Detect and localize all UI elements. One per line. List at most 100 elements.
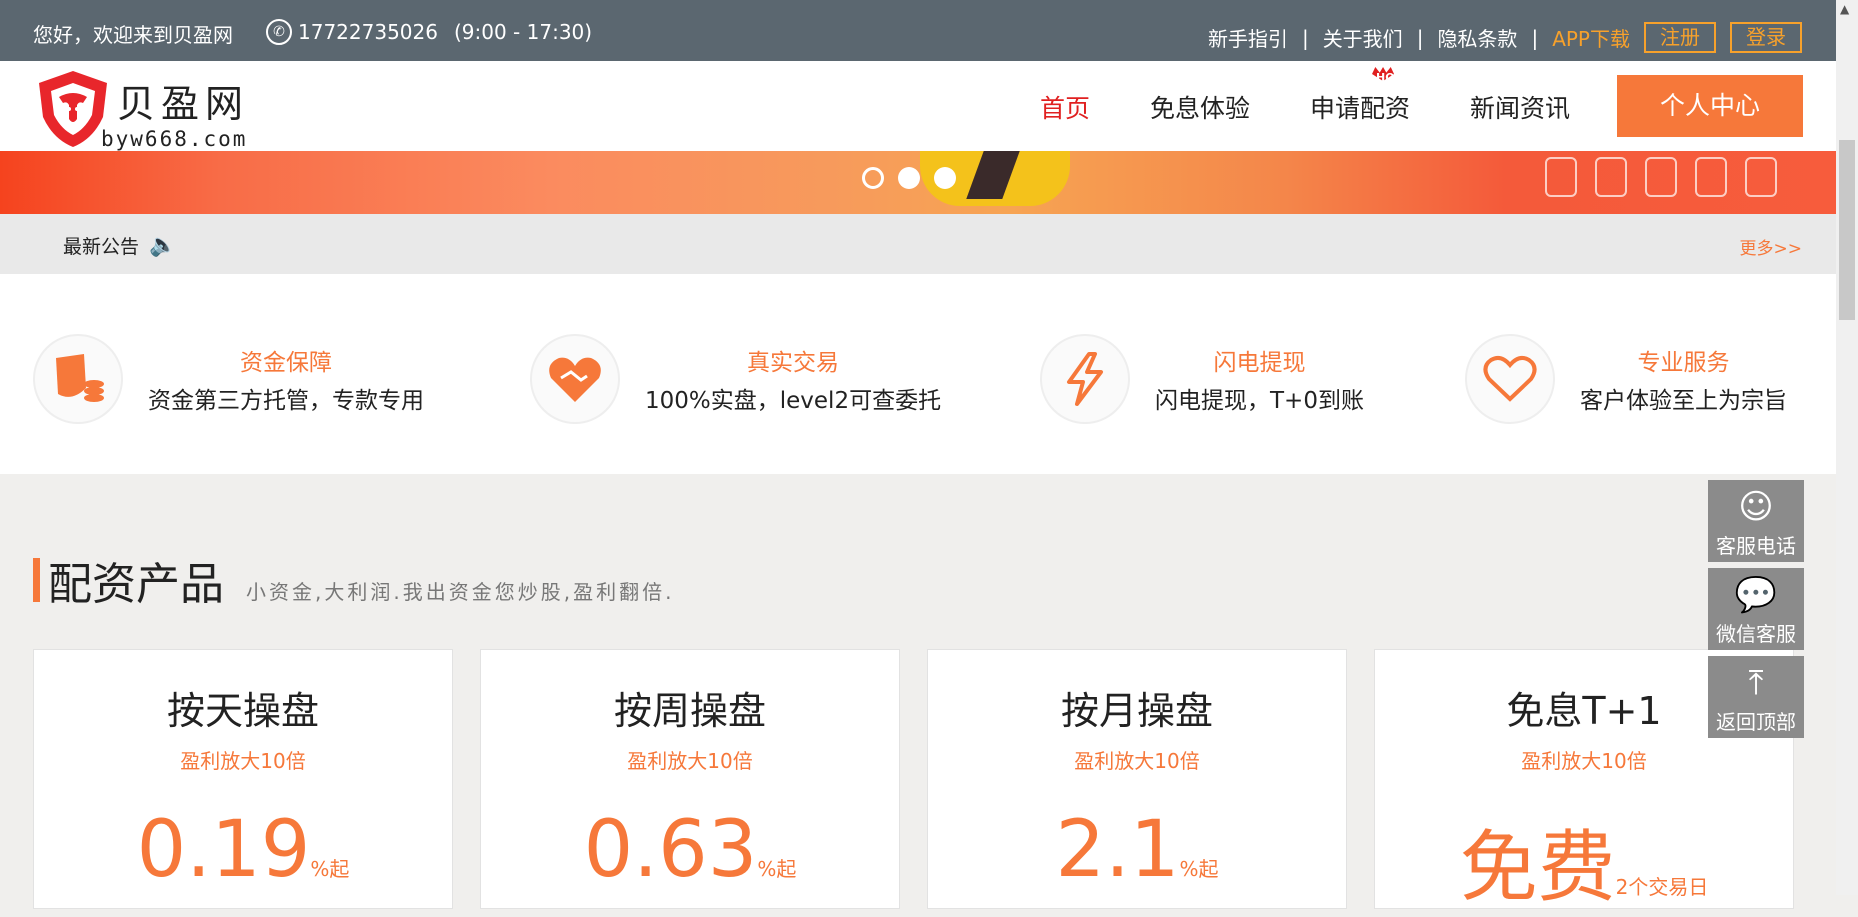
nav-apply-funding-label: 申请配资 xyxy=(1310,94,1411,123)
nav-news[interactable]: 新闻资讯 xyxy=(1470,89,1570,125)
price-unit: 2个交易日 xyxy=(1615,875,1709,899)
product-price: 免费2个交易日 xyxy=(1375,805,1793,917)
main-nav: 首页 免息体验 申请配资 HOT 新闻资讯 xyxy=(1040,67,1630,125)
product-price: 0.63%起 xyxy=(481,805,899,895)
product-tag: 盈利放大10倍 xyxy=(1521,749,1647,773)
divider: | xyxy=(1301,25,1309,50)
divider: | xyxy=(1416,25,1424,50)
sidebar-label: 客服电话 xyxy=(1716,534,1796,558)
banner-icons xyxy=(1545,157,1795,197)
announcement-label-text: 最新公告 xyxy=(63,236,140,258)
banner-icon xyxy=(1745,157,1777,197)
link-guide[interactable]: 新手指引 xyxy=(1208,23,1288,52)
headset-icon: ☺ xyxy=(1738,487,1774,527)
feature-desc: 闪电提现，T+0到账 xyxy=(1155,388,1364,414)
register-button[interactable]: 注册 xyxy=(1644,22,1716,53)
nav-home[interactable]: 首页 xyxy=(1040,89,1090,125)
shield-coins-icon xyxy=(33,334,123,424)
phone-info: ✆ 17722735026 (9:00 - 17:30) xyxy=(266,19,592,45)
price-unit: %起 xyxy=(310,857,350,881)
features-section: 资金保障 资金第三方托管，专款专用 真实交易 100%实盘，level2可查委托… xyxy=(0,274,1836,474)
login-button[interactable]: 登录 xyxy=(1730,22,1802,53)
divider: | xyxy=(1531,25,1539,50)
speaker-icon: 🔈 xyxy=(149,233,177,258)
logo-domain: byw668.com xyxy=(101,127,248,151)
scrollbar-thumb[interactable] xyxy=(1839,140,1855,320)
product-card-monthly[interactable]: 按月操盘 盈利放大10倍 2.1%起 xyxy=(927,649,1347,909)
personal-center-button[interactable]: 个人中心 xyxy=(1617,75,1803,137)
sidebar-label: 返回顶部 xyxy=(1716,710,1796,734)
site-logo[interactable]: 贝盈网 byw668.com xyxy=(33,67,253,151)
sidebar-label: 微信客服 xyxy=(1716,622,1796,646)
products-title: 配资产品 xyxy=(48,559,224,610)
nav-free-trial[interactable]: 免息体验 xyxy=(1150,89,1250,125)
product-name: 按月操盘 xyxy=(1060,689,1213,733)
feature-title: 专业服务 xyxy=(1637,350,1730,376)
products-heading: 配资产品 小资金,大利润.我出资金您炒股,盈利翻倍. xyxy=(33,548,674,612)
banner-carousel[interactable] xyxy=(0,151,1836,214)
feature-item: 资金保障 资金第三方托管，专款专用 xyxy=(33,334,424,424)
link-privacy[interactable]: 隐私条款 xyxy=(1437,23,1517,52)
feature-desc: 资金第三方托管，专款专用 xyxy=(148,388,424,414)
heading-accent-bar xyxy=(33,558,40,602)
price-value: 0.19 xyxy=(136,805,311,895)
feature-title: 闪电提现 xyxy=(1213,350,1306,376)
carousel-dot[interactable] xyxy=(934,167,956,189)
price-value: 2.1 xyxy=(1055,805,1180,895)
link-app-download[interactable]: APP下载 xyxy=(1552,23,1630,52)
banner-icon xyxy=(1595,157,1627,197)
banner-icon xyxy=(1645,157,1677,197)
product-tag: 盈利放大10倍 xyxy=(1074,749,1200,773)
price-value: 0.63 xyxy=(583,805,758,895)
price-value: 免费 xyxy=(1459,823,1616,913)
nav-apply-funding[interactable]: 申请配资 HOT xyxy=(1310,67,1411,125)
product-tag: 盈利放大10倍 xyxy=(627,749,753,773)
feature-title: 真实交易 xyxy=(747,350,840,376)
product-card-weekly[interactable]: 按周操盘 盈利放大10倍 0.63%起 xyxy=(480,649,900,909)
feature-item: 闪电提现 闪电提现，T+0到账 xyxy=(1040,334,1364,424)
products-subtitle: 小资金,大利润.我出资金您炒股,盈利翻倍. xyxy=(246,580,675,604)
banner-icon xyxy=(1695,157,1727,197)
product-name: 按天操盘 xyxy=(166,689,319,733)
more-link[interactable]: 更多>> xyxy=(1740,234,1803,259)
link-about[interactable]: 关于我们 xyxy=(1323,23,1403,52)
wechat-icon: 💬 xyxy=(1734,575,1778,615)
header: 贝盈网 byw668.com 首页 免息体验 申请配资 HOT 新闻资讯 个人中… xyxy=(0,61,1836,151)
page-scrollbar[interactable]: ▲ xyxy=(1836,0,1858,895)
wechat-service-button[interactable]: 💬 微信客服 xyxy=(1708,568,1804,650)
heart-icon xyxy=(1465,334,1555,424)
phone-number: 17722735026 xyxy=(298,20,438,44)
top-bar: 您好，欢迎来到贝盈网 ✆ 17722735026 (9:00 - 17:30) … xyxy=(0,0,1836,61)
top-links: 新手指引 | 关于我们 | 隐私条款 | APP下载 注册 登录 xyxy=(1208,22,1802,53)
customer-phone-button[interactable]: ☺ 客服电话 xyxy=(1708,480,1804,562)
feature-item: 真实交易 100%实盘，level2可查委托 xyxy=(530,334,941,424)
feature-desc: 100%实盘，level2可查委托 xyxy=(645,388,942,414)
feature-text: 专业服务 客户体验至上为宗旨 xyxy=(1580,343,1787,415)
feature-desc: 客户体验至上为宗旨 xyxy=(1580,388,1787,414)
carousel-dot[interactable] xyxy=(862,167,884,189)
scroll-up-arrow-icon[interactable]: ▲ xyxy=(1840,2,1849,16)
product-name: 按周操盘 xyxy=(613,689,766,733)
feature-text: 资金保障 资金第三方托管，专款专用 xyxy=(148,343,424,415)
floating-sidebar: ☺ 客服电话 💬 微信客服 ⤒ 返回顶部 xyxy=(1708,480,1804,744)
feature-item: 专业服务 客户体验至上为宗旨 xyxy=(1465,334,1787,424)
banner-icon xyxy=(1545,157,1577,197)
price-unit: %起 xyxy=(1179,857,1219,881)
product-card-daily[interactable]: 按天操盘 盈利放大10倍 0.19%起 xyxy=(33,649,453,909)
welcome-text: 您好，欢迎来到贝盈网 xyxy=(33,23,233,47)
hot-badge: HOT xyxy=(1376,71,1403,84)
announcement-label: 最新公告 🔈 xyxy=(63,232,176,259)
service-hours: (9:00 - 17:30) xyxy=(453,20,593,44)
logo-brand-text: 贝盈网 xyxy=(117,82,250,126)
feature-text: 闪电提现 闪电提现，T+0到账 xyxy=(1155,343,1364,415)
product-tag: 盈利放大10倍 xyxy=(180,749,306,773)
announcement-bar: 最新公告 🔈 更多>> xyxy=(0,214,1836,274)
back-to-top-button[interactable]: ⤒ 返回顶部 xyxy=(1708,656,1804,738)
feature-title: 资金保障 xyxy=(240,350,332,376)
product-price: 0.19%起 xyxy=(34,805,452,895)
price-unit: %起 xyxy=(757,857,797,881)
carousel-dot[interactable] xyxy=(898,167,920,189)
phone-icon: ✆ xyxy=(266,19,292,45)
handshake-heart-icon xyxy=(530,334,620,424)
carousel-dots xyxy=(862,167,970,189)
